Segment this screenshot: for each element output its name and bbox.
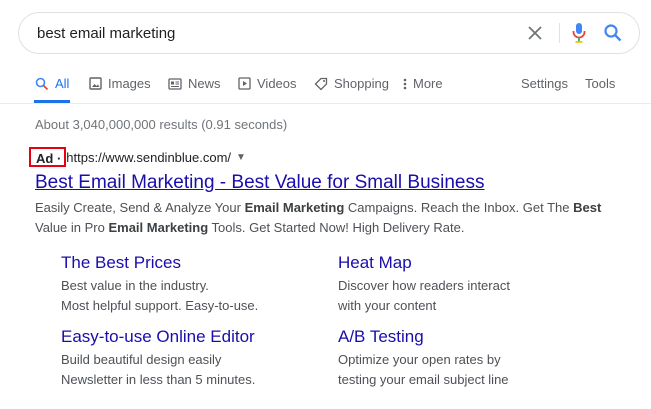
tab-settings[interactable]: Settings — [521, 76, 568, 91]
sitelink-desc: testing your email subject line — [338, 372, 509, 387]
result-stats: About 3,040,000,000 results (0.91 second… — [35, 117, 288, 132]
sitelink-title[interactable]: The Best Prices — [61, 253, 321, 273]
close-icon — [528, 26, 542, 40]
tab-news[interactable]: News — [168, 76, 221, 91]
sitelink-online-editor: Easy-to-use Online Editor Build beautifu… — [61, 327, 321, 390]
tab-label: Tools — [585, 76, 616, 91]
search-box[interactable] — [18, 12, 640, 54]
tab-label: All — [55, 76, 70, 91]
tab-videos[interactable]: Videos — [238, 76, 297, 91]
search-icon — [35, 77, 49, 90]
tab-more[interactable]: More — [403, 76, 443, 91]
sitelink-desc: Best value in the industry. — [61, 278, 209, 293]
play-icon — [238, 77, 251, 90]
chevron-down-icon[interactable]: ▼ — [236, 152, 246, 163]
desc-part: Value in Pro — [35, 220, 109, 235]
mic-icon — [572, 23, 586, 43]
sitelink-desc: with your content — [338, 298, 437, 313]
more-vertical-icon — [403, 78, 407, 89]
sitelink-title[interactable]: Heat Map — [338, 253, 598, 273]
tab-tools[interactable]: Tools — [585, 76, 615, 91]
news-icon — [168, 77, 182, 90]
desc-keyword: Best — [573, 200, 602, 215]
tab-label: Videos — [257, 76, 297, 91]
sitelink-title[interactable]: Easy-to-use Online Editor — [61, 327, 321, 347]
tab-label: Images — [108, 76, 151, 91]
search-divider — [559, 23, 560, 43]
desc-part: Campaigns. Reach the Inbox. Get The — [344, 200, 574, 215]
tag-icon — [314, 77, 328, 90]
desc-keyword: Email Marketing — [244, 200, 345, 215]
search-submit-button[interactable] — [598, 13, 628, 53]
tab-label: More — [413, 76, 443, 91]
tab-images[interactable]: Images — [89, 76, 151, 91]
sitelink-ab-testing: A/B Testing Optimize your open rates by … — [338, 327, 598, 390]
tab-label: Settings — [521, 76, 568, 91]
tab-label: Shopping — [334, 76, 389, 91]
search-input[interactable] — [37, 22, 507, 44]
sitelink-desc: Optimize your open rates by — [338, 352, 501, 367]
sitelink-title[interactable]: A/B Testing — [338, 327, 598, 347]
ad-display-url: https://www.sendinblue.com/ — [66, 149, 232, 165]
sitelink-heat-map: Heat Map Discover how readers interact w… — [338, 253, 598, 316]
sitelink-desc: Most helpful support. Easy-to-use. — [61, 298, 259, 313]
sitelink-desc: Build beautiful design easily — [61, 352, 222, 367]
voice-search-button[interactable] — [564, 13, 594, 53]
sitelink-best-prices: The Best Prices Best value in the indust… — [61, 253, 321, 316]
desc-part: Tools. Get Started Now! High Delivery Ra… — [208, 220, 465, 235]
image-icon — [89, 77, 102, 90]
ad-title-link[interactable]: Best Email Marketing - Best Value for Sm… — [35, 172, 485, 194]
clear-search-button[interactable] — [520, 13, 550, 53]
ad-url-line: Ad · https://www.sendinblue.com/ ▼ — [29, 147, 246, 167]
tab-label: News — [188, 76, 221, 91]
ad-badge: Ad · — [29, 147, 67, 167]
search-tabs: All Images News Videos Shopping More Set… — [0, 70, 651, 104]
desc-keyword: Email Marketing — [108, 220, 209, 235]
tab-all[interactable]: All — [35, 76, 69, 91]
tabs-divider — [0, 103, 651, 104]
ad-description: Easily Create, Send & Analyze Your Email… — [35, 198, 605, 238]
search-icon — [604, 24, 622, 42]
sitelink-desc: Newsletter in less than 5 minutes. — [61, 372, 256, 387]
desc-part: Easily Create, Send & Analyze Your — [35, 200, 245, 215]
tab-shopping[interactable]: Shopping — [314, 76, 389, 91]
sitelink-desc: Discover how readers interact — [338, 278, 510, 293]
